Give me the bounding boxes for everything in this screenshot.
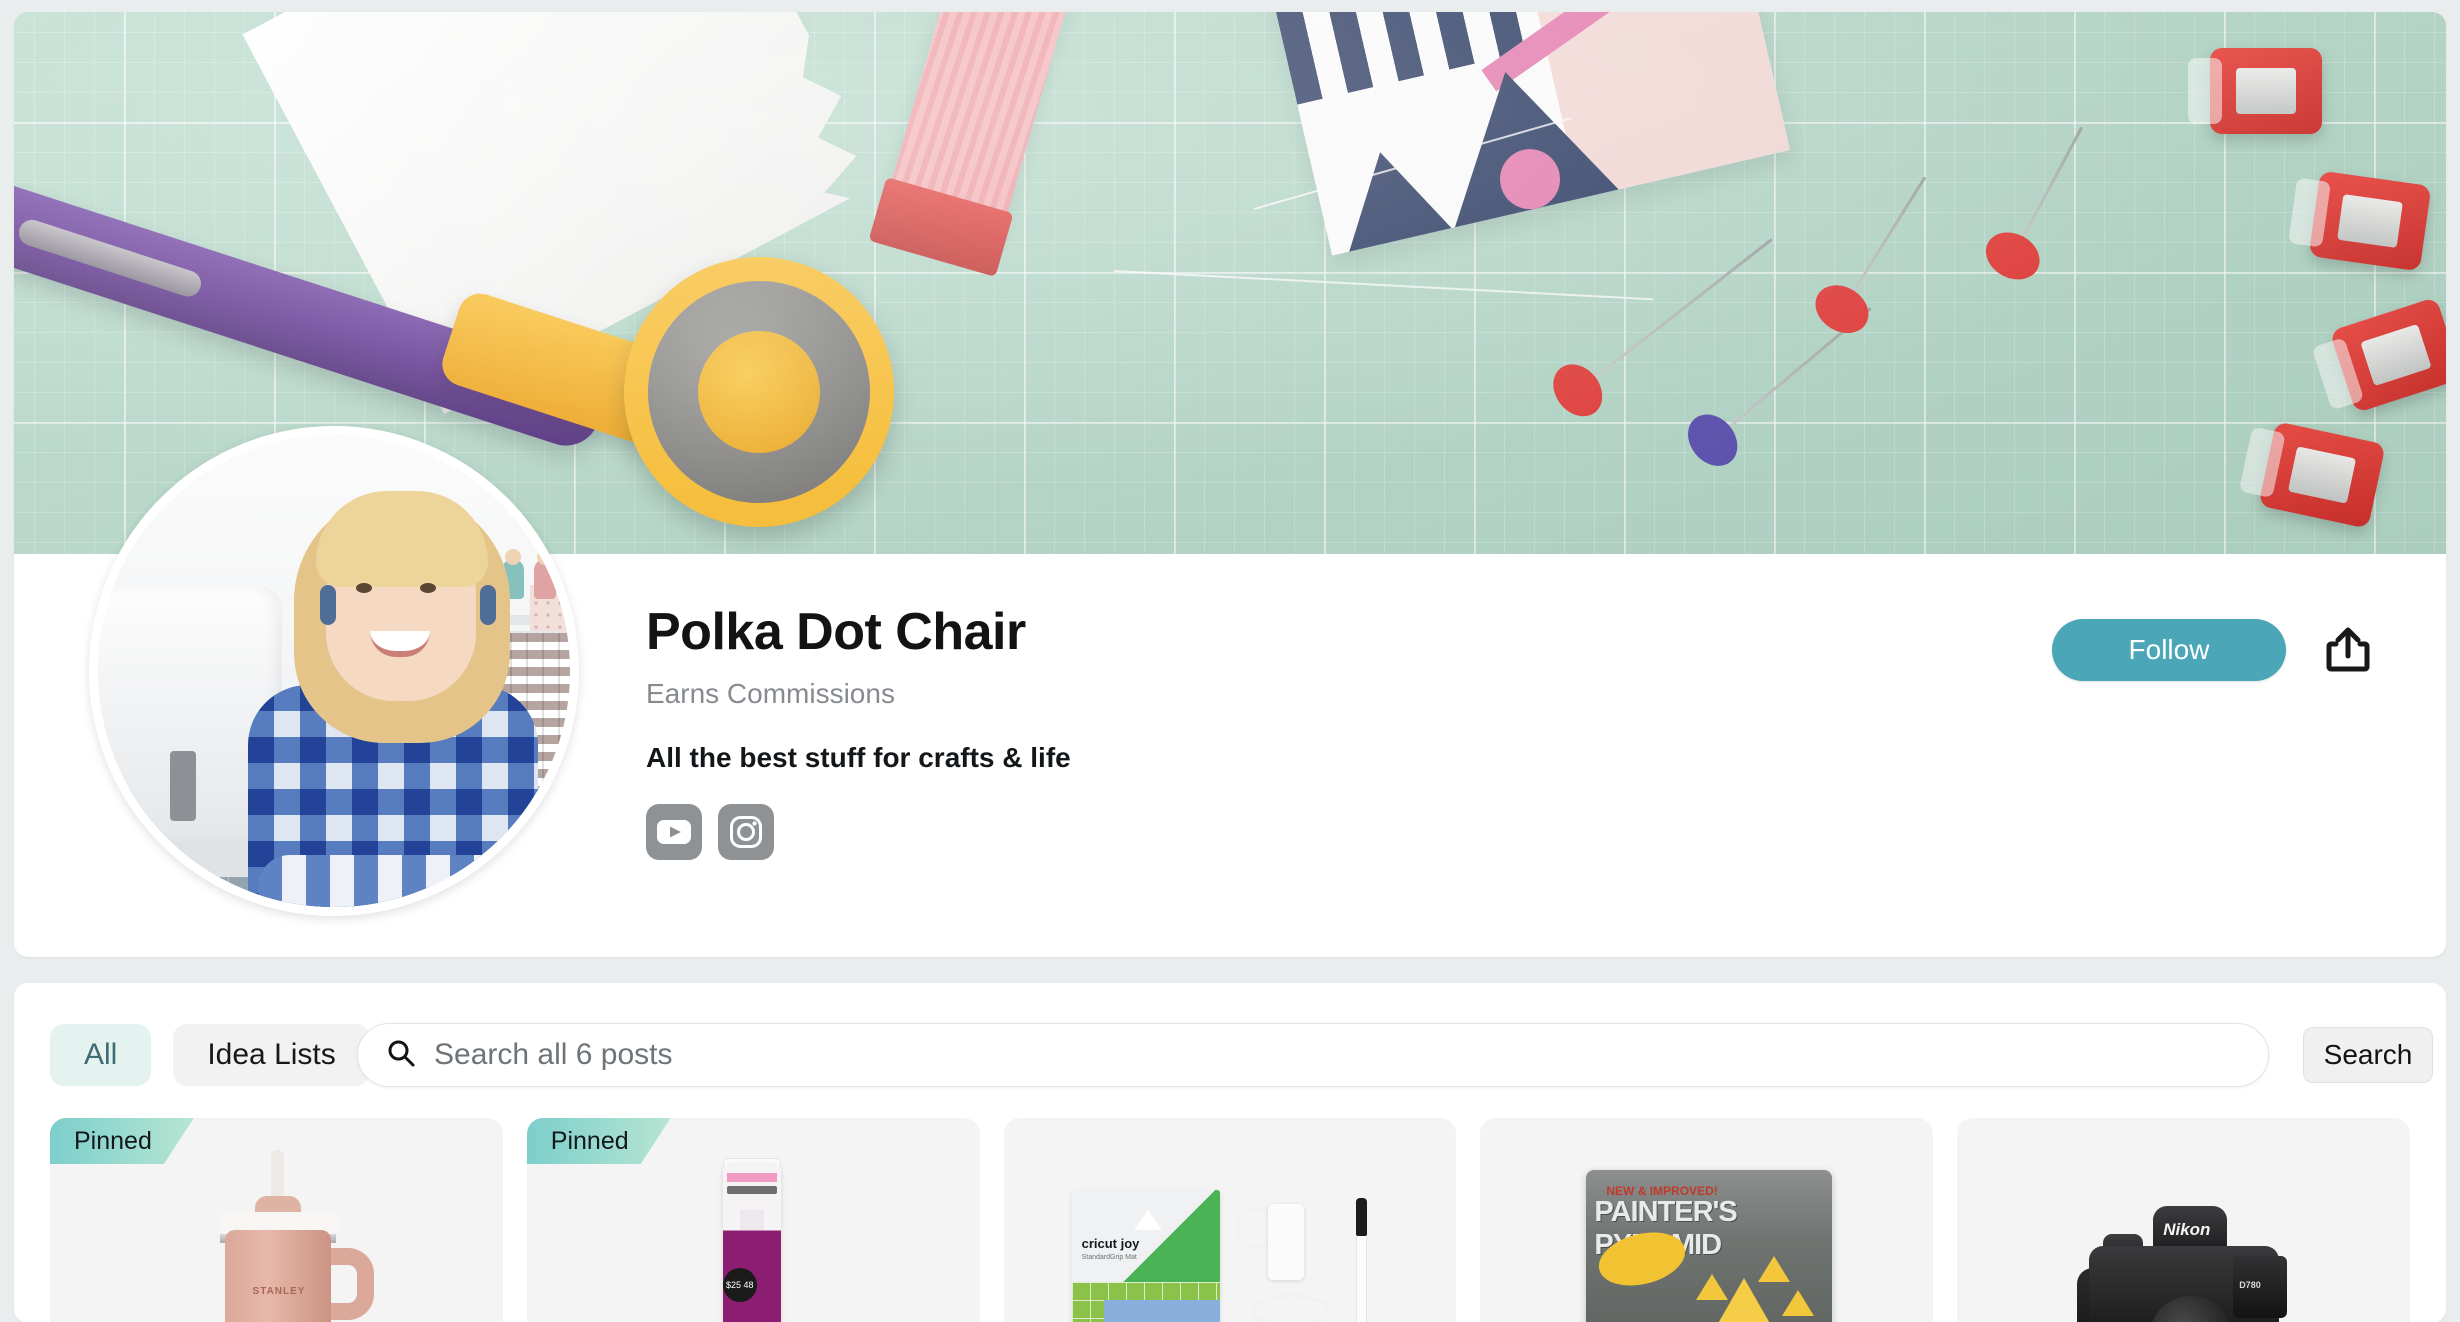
cricut-joy-set-image: cricut joy StandardGrip Mat [1004,1118,1457,1322]
filter-tabs: All Idea Lists [50,1024,370,1086]
profile-panel: Polka Dot Chair Earns Commissions All th… [14,12,2446,957]
profile-tagline: All the best stuff for crafts & life [646,742,1071,773]
tab-idea-lists[interactable]: Idea Lists [173,1024,370,1086]
post-card[interactable]: NEW & IMPROVED! PAINTER'S PYRAMID Easily… [1480,1118,1934,1322]
tab-all[interactable]: All [50,1024,152,1086]
search-icon [386,1038,416,1073]
search-button[interactable]: Search [2303,1027,2433,1083]
share-icon [2325,625,2371,676]
avatar[interactable] [89,426,579,916]
profile-page: Polka Dot Chair Earns Commissions All th… [0,0,2460,1322]
post-card[interactable]: Nikon D780 [1957,1118,2410,1322]
posts-grid: Pinned STANLEY Pinned $25 48 cricut joy … [50,1118,2410,1322]
post-card[interactable]: Pinned $25 48 [526,1118,980,1322]
page-title: Polka Dot Chair [646,603,1026,661]
instagram-icon[interactable] [718,804,774,860]
search-bar[interactable] [357,1023,2269,1087]
product-brand-mark: STANLEY [252,1286,306,1297]
search-input[interactable] [434,1038,2240,1072]
earns-commissions-label: Earns Commissions [646,678,895,709]
product-brand-mark: cricut joy [1081,1236,1140,1251]
share-button[interactable] [2312,614,2384,686]
nikon-camera-image: Nikon D780 [1957,1118,2410,1322]
product-brand-mark: Nikon [2163,1220,2211,1239]
post-card[interactable]: cricut joy StandardGrip Mat [1003,1118,1457,1322]
post-card[interactable]: Pinned STANLEY [50,1118,503,1322]
profile-identity: Polka Dot Chair Earns Commissions All th… [646,602,1071,860]
product-price-badge: $25 48 [722,1268,757,1302]
social-links [646,804,1071,860]
painters-pyramid-image: NEW & IMPROVED! PAINTER'S PYRAMID Easily… [1480,1118,1933,1322]
follow-button[interactable]: Follow [2052,619,2286,681]
youtube-icon[interactable] [646,804,702,860]
product-model-mark: D780 [2239,1280,2261,1290]
